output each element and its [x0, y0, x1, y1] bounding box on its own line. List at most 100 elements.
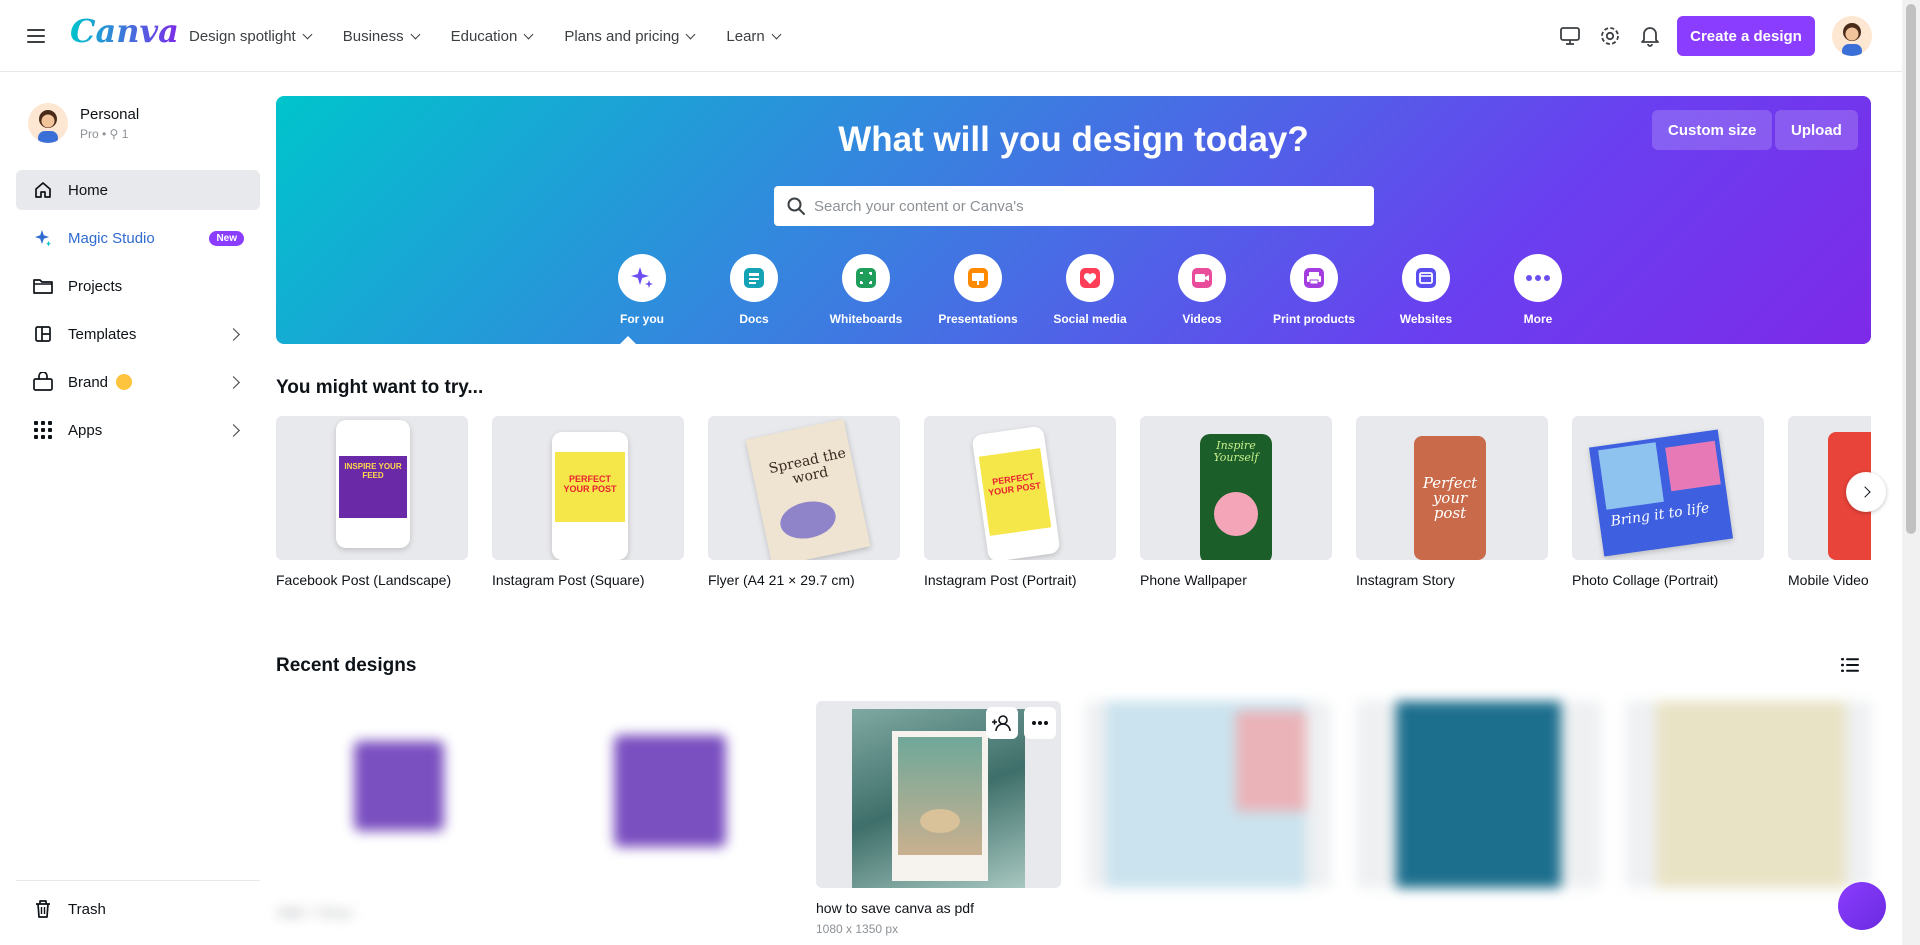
member-icon: ⚲ — [109, 126, 119, 141]
nav-design-spotlight[interactable]: Design spotlight — [189, 28, 313, 45]
recent-design-card[interactable] — [1626, 701, 1871, 906]
suggestion-thumbnail: Spread the word — [708, 416, 900, 560]
website-icon — [1402, 254, 1450, 302]
category-docs[interactable]: Docs — [698, 254, 810, 326]
recent-section-title: Recent designs — [276, 655, 417, 676]
more-dots-icon — [1514, 254, 1562, 302]
design-thumbnail — [1086, 701, 1331, 888]
recent-design-card[interactable] — [1356, 701, 1601, 906]
home-icon — [32, 179, 54, 201]
avatar — [28, 103, 68, 143]
chevron-down-icon — [302, 29, 313, 39]
sidebar-item-trash[interactable]: Trash — [16, 889, 260, 929]
suggestion-card[interactable]: Perfect your post Instagram Story — [1356, 416, 1548, 588]
nav-business[interactable]: Business — [343, 28, 421, 45]
suggestion-card[interactable]: PERFECT YOUR POST Instagram Post (Square… — [492, 416, 684, 588]
search-bar[interactable] — [774, 186, 1374, 226]
suggestion-carousel: INSPIRE YOUR FEED Facebook Post (Landsca… — [276, 416, 1871, 596]
more-options-button[interactable] — [1024, 707, 1056, 739]
design-size: 1080 x 1350 px — [816, 922, 899, 936]
crown-icon — [116, 374, 133, 390]
apps-grid-icon — [32, 419, 54, 441]
category-strip: For you Docs Whiteboards Presentations S… — [586, 254, 1594, 326]
nav-learn[interactable]: Learn — [726, 28, 782, 45]
design-name: how to save canva as pdf — [816, 900, 974, 916]
chevron-down-icon — [410, 29, 421, 39]
sidebar: Personal Pro • ⚲ 1 Home Magic Studio New… — [0, 72, 260, 945]
trash-icon — [32, 898, 54, 920]
new-badge: New — [209, 230, 244, 246]
sidebar-item-templates[interactable]: Templates — [16, 314, 260, 354]
suggestion-card[interactable]: Spread the word Flyer (A4 21 × 29.7 cm) — [708, 416, 900, 588]
printer-icon — [1290, 254, 1338, 302]
docs-icon — [730, 254, 778, 302]
category-social-media[interactable]: Social media — [1034, 254, 1146, 326]
video-icon — [1178, 254, 1226, 302]
sidebar-item-home[interactable]: Home — [16, 170, 260, 210]
recent-design-card[interactable] — [546, 701, 791, 906]
upload-button[interactable]: Upload — [1775, 110, 1858, 150]
chevron-right-icon — [227, 423, 240, 437]
create-design-button[interactable]: Create a design — [1677, 16, 1815, 56]
help-chat-button[interactable] — [1838, 882, 1886, 930]
suggestion-card[interactable]: PERFECT YOUR POST Instagram Post (Portra… — [924, 416, 1116, 588]
search-input[interactable] — [814, 197, 1334, 215]
carousel-next-button[interactable] — [1846, 472, 1886, 512]
top-bar: Canva Design spotlight Business Educatio… — [0, 0, 1902, 72]
category-print-products[interactable]: Print products — [1258, 254, 1370, 326]
sparkle-icon — [618, 254, 666, 302]
account-plan: Pro • ⚲ 1 — [80, 126, 129, 141]
recent-design-card[interactable] — [1086, 701, 1331, 906]
suggestion-card[interactable]: Bring it to life Photo Collage (Portrait… — [1572, 416, 1764, 588]
account-switcher[interactable]: Personal Pro • ⚲ 1 — [28, 103, 139, 143]
suggestion-thumbnail: Bring it to life — [1572, 416, 1764, 560]
templates-icon — [32, 323, 54, 345]
sidebar-item-brand[interactable]: Brand — [16, 362, 260, 402]
search-icon — [787, 197, 805, 215]
chevron-right-icon — [1858, 486, 1871, 498]
category-whiteboards[interactable]: Whiteboards — [810, 254, 922, 326]
suggestion-card[interactable]: INSPIRE YOUR FEED Facebook Post (Landsca… — [276, 416, 468, 588]
menu-icon[interactable] — [27, 25, 45, 47]
nav-education[interactable]: Education — [451, 28, 534, 45]
desktop-app-icon[interactable] — [1556, 22, 1584, 50]
sparkle-icon — [32, 227, 54, 249]
avatar[interactable] — [1832, 16, 1872, 56]
canva-logo[interactable]: Canva — [70, 12, 179, 50]
chevron-right-icon — [227, 327, 240, 341]
list-view-icon[interactable] — [1841, 656, 1859, 674]
account-name: Personal — [80, 105, 140, 123]
design-thumbnail — [276, 701, 521, 888]
scrollbar-thumb[interactable] — [1906, 4, 1916, 534]
chevron-down-icon — [685, 29, 696, 39]
category-videos[interactable]: Videos — [1146, 254, 1258, 326]
bell-icon[interactable] — [1636, 22, 1664, 50]
design-thumbnail — [546, 701, 791, 888]
suggestion-thumbnail: Inspire Yourself — [1140, 416, 1332, 560]
category-more[interactable]: More — [1482, 254, 1594, 326]
presentation-icon — [954, 254, 1002, 302]
active-category-indicator — [619, 336, 637, 344]
suggestion-thumbnail: Perfect your post — [1356, 416, 1548, 560]
recent-design-card[interactable]: how to save canva as pdf 1080 x 1350 px — [816, 701, 1061, 936]
sidebar-item-projects[interactable]: Projects — [16, 266, 260, 306]
share-collaborator-button[interactable] — [986, 707, 1018, 739]
design-thumbnail — [1626, 701, 1871, 888]
sidebar-item-magic-studio[interactable]: Magic Studio New — [16, 218, 260, 258]
suggestion-thumbnail: INSPIRE YOUR FEED — [276, 416, 468, 560]
suggestion-card[interactable]: Inspire Yourself Phone Wallpaper — [1140, 416, 1332, 588]
category-websites[interactable]: Websites — [1370, 254, 1482, 326]
sidebar-item-apps[interactable]: Apps — [16, 410, 260, 450]
more-dots-icon — [1032, 721, 1048, 725]
page-scrollbar[interactable] — [1902, 0, 1920, 945]
category-presentations[interactable]: Presentations — [922, 254, 1034, 326]
nav-plans-pricing[interactable]: Plans and pricing — [564, 28, 696, 45]
gear-icon[interactable] — [1596, 22, 1624, 50]
custom-size-button[interactable]: Custom size — [1652, 110, 1773, 150]
try-section-title: You might want to try... — [276, 377, 484, 398]
hero-banner: What will you design today? Custom size … — [276, 96, 1871, 344]
category-for-you[interactable]: For you — [586, 254, 698, 326]
main-nav: Design spotlight Business Education Plan… — [189, 0, 812, 72]
recent-design-card[interactable]: 1080 × 720 px — [276, 701, 521, 920]
sidebar-divider — [16, 880, 260, 881]
